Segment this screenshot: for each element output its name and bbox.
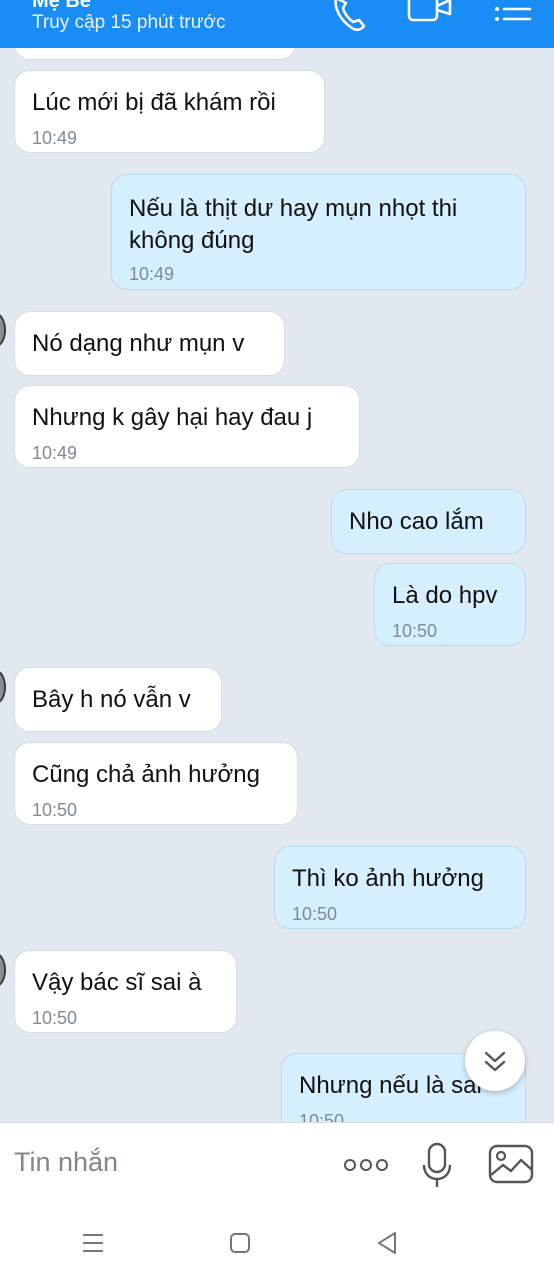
message-text: Nó dạng như mụn v [32,330,245,357]
home-icon[interactable] [227,1230,253,1256]
chat-screen: Lúc mới bị đã khám rồi 10:49 Nếu là thịt… [0,0,554,1280]
message-time: 10:50 [292,904,338,924]
message-text: Nếu là thịt dư hay mụn nhọt thi không đú… [129,195,458,254]
message-bubble[interactable]: Bây h nó vẫn v [14,667,222,732]
image-icon[interactable] [487,1143,535,1185]
message-bubble[interactable]: Cũng chả ảnh hưởng 10:50 [14,742,298,825]
message-time: 10:49 [32,443,78,463]
message-bubble[interactable]: Là do hpv 10:50 [374,563,526,646]
video-icon[interactable] [404,0,456,30]
phone-icon[interactable] [326,0,372,40]
message-time: 10:50 [299,1111,345,1122]
message-bubble[interactable]: Nếu là thịt dư hay mụn nhọt thi không đú… [111,174,526,290]
message-list[interactable]: Lúc mới bị đã khám rồi 10:49 Nếu là thịt… [0,0,554,1122]
recent-apps-icon[interactable] [80,1230,106,1256]
message-text: Bây h nó vẫn v [32,686,191,713]
message-text: Là do hpv [392,582,498,609]
message-time: 10:49 [32,128,78,148]
menu-icon[interactable] [490,0,534,30]
message-text: Thì ko ảnh hưởng [292,865,484,892]
avatar[interactable] [0,953,6,987]
message-bubble[interactable]: Vậy bác sĩ sai à 10:50 [14,950,237,1033]
message-bubble[interactable]: Thì ko ảnh hưởng 10:50 [274,846,526,929]
message-time: 10:50 [32,1008,78,1028]
message-input[interactable]: Tin nhắn [14,1147,118,1178]
avatar[interactable] [0,313,6,347]
message-text: Nhưng k gây hại hay đau j [32,404,313,431]
message-bubble[interactable]: Lúc mới bị đã khám rồi 10:49 [14,70,325,153]
message-bubble[interactable]: Nho cao lắm [331,489,526,554]
avatar[interactable] [0,670,6,704]
message-text: Nho cao lắm [349,508,484,535]
back-icon[interactable] [374,1230,400,1256]
last-seen-status: Truy cập 15 phút trước [32,12,226,33]
message-text: Nhưng nếu là sai [299,1072,482,1099]
system-navigation-bar [0,1206,554,1280]
message-text: Cũng chả ảnh hưởng [32,761,260,788]
message-composer: Tin nhắn [0,1122,554,1206]
message-text: Vậy bác sĩ sai à [32,969,202,996]
message-bubble[interactable]: Nó dạng như mụn v [14,311,285,376]
scroll-to-bottom-button[interactable] [465,1031,525,1091]
message-time: 10:50 [32,800,78,820]
message-text: Lúc mới bị đã khám rồi [32,89,276,116]
double-chevron-down-icon [484,1051,506,1072]
more-icon[interactable] [340,1153,392,1177]
microphone-icon[interactable] [420,1141,454,1189]
message-time: 10:49 [129,264,175,284]
message-bubble[interactable]: Nhưng k gây hại hay đau j 10:49 [14,385,360,468]
message-time: 10:50 [392,621,438,641]
chat-header: Mẹ Bé Truy cập 15 phút trước [0,0,554,48]
